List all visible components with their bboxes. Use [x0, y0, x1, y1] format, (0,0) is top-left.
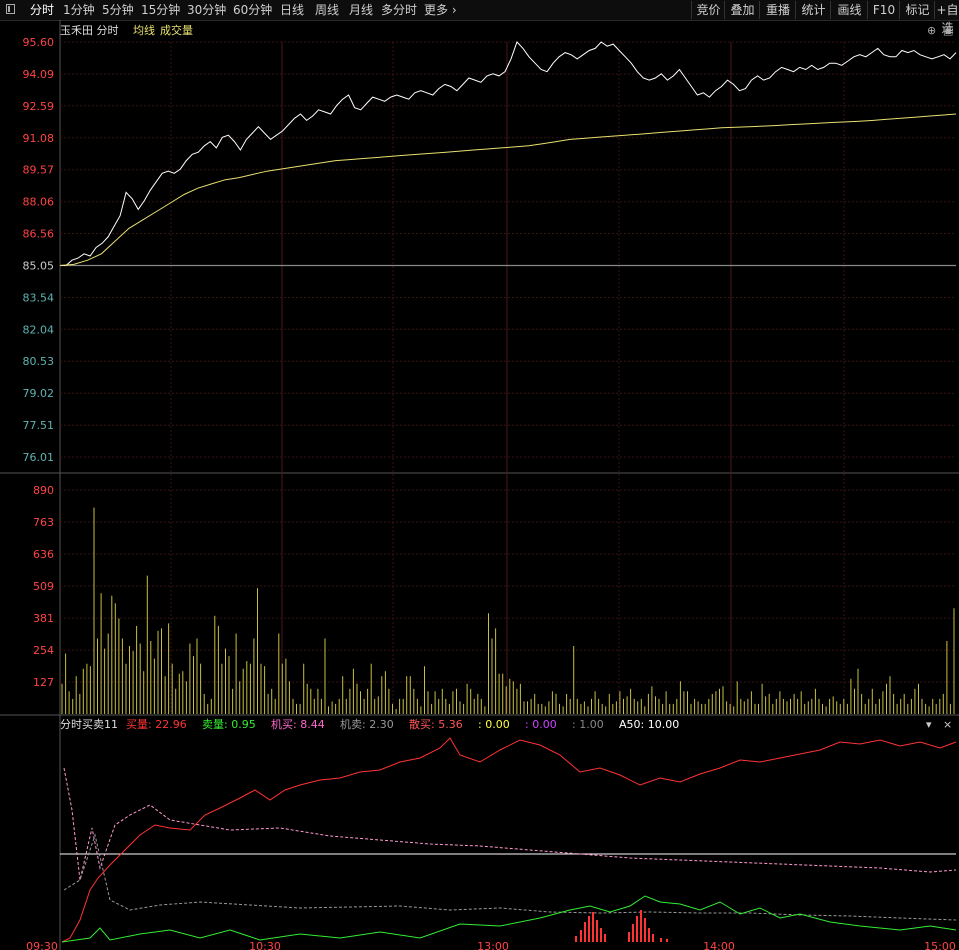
indicator-hist-bar-9	[632, 924, 634, 942]
indicator-inst-sell-line	[63, 833, 957, 921]
indicator-hist-bar-13	[648, 928, 650, 942]
tab-7[interactable]: 周线	[315, 1, 339, 19]
price-axis-label-13: 76.01	[23, 451, 55, 464]
price-axis-label-8: 83.54	[23, 291, 55, 304]
indicator-hist-bar-4	[592, 912, 594, 942]
toolbar-button-3[interactable]: 统计	[795, 1, 831, 19]
tab-8[interactable]: 月线	[349, 1, 373, 19]
time-axis-label-2: 13:00	[477, 940, 509, 950]
indicator-hist-bar-0	[575, 936, 577, 942]
toolbar: 分时 1分钟 5分钟 15分钟 30分钟 60分钟 日线 周线 月线 多分时 更多 › 竞价 叠加 重播…	[0, 0, 959, 35]
price-axis-label-9: 82.04	[23, 323, 55, 336]
toolbar-button-2[interactable]: 重播	[759, 1, 796, 19]
indicator-dropdown-icon: ▾	[926, 718, 932, 731]
indicator-item-7: : 1.00	[572, 718, 604, 731]
panel-toggle-icon[interactable]	[6, 4, 15, 14]
indicator-hist-bar-14	[652, 934, 654, 942]
tab-2[interactable]: 5分钟	[102, 1, 134, 19]
indicator-hist-bar-6	[600, 928, 602, 942]
tab-3[interactable]: 15分钟	[141, 1, 180, 19]
indicator-hist-bar-8	[628, 932, 630, 942]
indicator-close-icon: ×	[943, 718, 952, 731]
toolbar-button-6[interactable]: 标记	[899, 1, 935, 19]
time-axis-label-1: 10:30	[249, 940, 281, 950]
time-axis-label-4: 15:00	[924, 940, 956, 950]
avg-line	[59, 113, 957, 266]
indicator-item-8: A50: 10.00	[619, 718, 679, 731]
tab-5[interactable]: 60分钟	[233, 1, 272, 19]
indicator-hist-bar-1	[580, 930, 582, 942]
indicator-name: 分时买卖11	[60, 718, 118, 731]
indicator-hist-bar-7	[604, 934, 606, 942]
indicator-buy-line	[61, 737, 957, 943]
indicator-item-2: 机买: 8.44	[271, 717, 325, 731]
toolbar-button-7[interactable]: +自选	[934, 1, 959, 35]
volume-axis-label-4: 381	[33, 612, 54, 625]
volume-axis-label-1: 763	[33, 516, 54, 529]
indicator-inst-buy-line	[63, 767, 957, 881]
indicator-hist-bar-16	[666, 939, 668, 942]
time-axis-label-0: 09:30	[26, 940, 58, 950]
price-line	[60, 41, 957, 266]
toolbar-button-0[interactable]: 竞价	[691, 1, 725, 19]
indicator-hist-bar-3	[588, 916, 590, 942]
price-axis-label-7: 85.05	[23, 259, 55, 272]
tab-10[interactable]: 更多 ›	[424, 1, 457, 19]
price-header-name: 玉禾田 分时	[60, 24, 119, 37]
tab-0[interactable]: 分时	[30, 1, 54, 19]
indicator-hist-bar-10	[636, 916, 638, 942]
volume-axis-label-3: 509	[33, 580, 54, 593]
indicator-item-3: 机卖: 2.30	[340, 717, 394, 731]
chart-area: 95.60 94.09 92.59 91.08 89.57 88.06 86.56 85.05…	[0, 20, 959, 950]
indicator-item-5: : 0.00	[478, 718, 510, 731]
price-header-avg-label: 均线	[133, 23, 155, 37]
price-axis-label-0: 95.60	[23, 36, 55, 49]
zoom-in-icon: ⊕	[927, 24, 936, 37]
indicator-item-4: 散买: 5.36	[409, 717, 463, 731]
indicator-hist-bar-5	[596, 920, 598, 942]
indicator-item-1: 卖量: 0.95	[202, 718, 256, 731]
price-axis-label-11: 79.02	[23, 387, 55, 400]
indicator-hist-bar-12	[644, 918, 646, 942]
tab-4[interactable]: 30分钟	[187, 1, 226, 19]
volume-axis-label-2: 636	[33, 548, 54, 561]
maximize-icon: ▣	[943, 24, 953, 37]
price-axis-label-12: 77.51	[23, 419, 55, 432]
price-axis-label-2: 92.59	[23, 100, 55, 113]
toolbar-button-5[interactable]: F10	[867, 1, 900, 19]
price-header-vol-label: 成交量	[160, 23, 193, 37]
volume-axis-label-6: 127	[33, 676, 54, 689]
indicator-hist-bar-11	[640, 910, 642, 942]
price-axis-label-6: 86.56	[23, 228, 55, 241]
volume-axis-label-5: 254	[33, 644, 54, 657]
indicator-hist-bar-2	[584, 922, 586, 942]
volume-axis-label-0: 890	[33, 484, 54, 497]
indicator-item-0: 买量: 22.96	[126, 718, 187, 731]
time-axis-label-3: 14:00	[703, 940, 735, 950]
indicator-sell-line	[61, 895, 957, 943]
price-axis-label-3: 91.08	[23, 132, 55, 145]
price-axis-label-4: 89.57	[23, 164, 55, 177]
tab-9[interactable]: 多分时	[381, 1, 417, 19]
toolbar-button-4[interactable]: 画线	[830, 1, 868, 19]
price-axis-label-5: 88.06	[23, 196, 55, 209]
price-axis-label-10: 80.53	[23, 355, 55, 368]
toolbar-button-1[interactable]: 叠加	[724, 1, 760, 19]
indicator-hist-bar-15	[660, 938, 662, 942]
tab-6[interactable]: 日线	[280, 1, 304, 19]
price-axis-label-1: 94.09	[23, 68, 55, 81]
tab-1[interactable]: 1分钟	[63, 1, 95, 19]
indicator-item-6: : 0.00	[525, 718, 557, 731]
